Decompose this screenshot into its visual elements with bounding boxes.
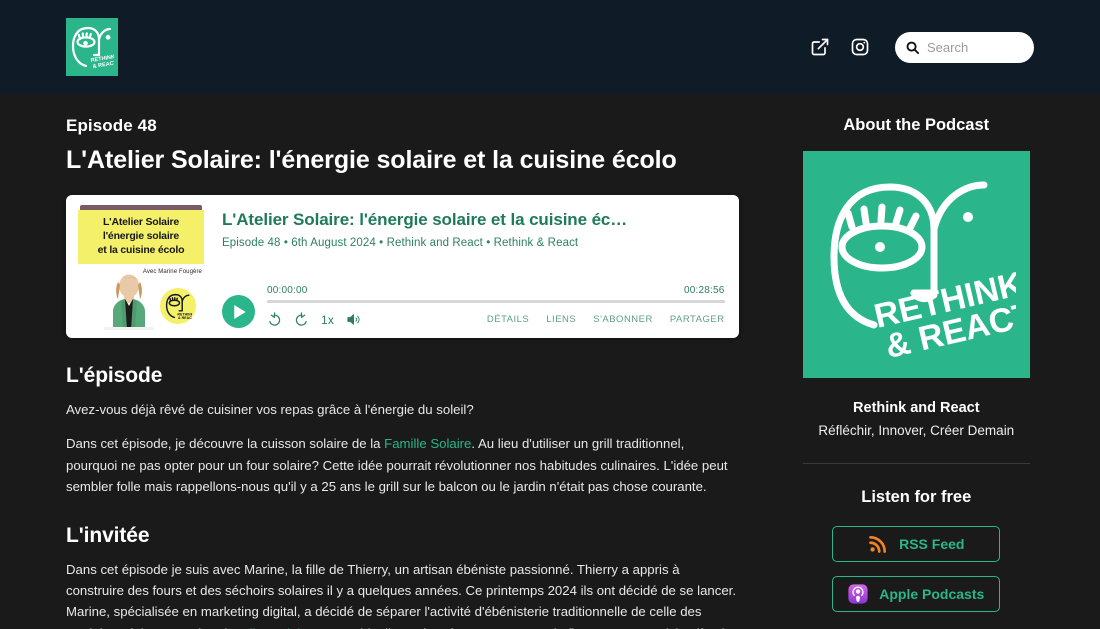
player-transport-buttons: 1x	[267, 312, 361, 327]
progress-bar[interactable]	[267, 300, 725, 303]
rewind-15-icon[interactable]	[267, 312, 282, 327]
external-link-icon[interactable]	[809, 36, 831, 58]
rss-feed-label: RSS Feed	[899, 536, 965, 552]
svg-text:& REACT: & REACT	[178, 316, 192, 320]
main-column: Episode 48 L'Atelier Solaire: l'énergie …	[66, 94, 739, 629]
apple-podcasts-icon	[848, 584, 868, 604]
rethink-react-mark-icon: RETHINK & REACT	[71, 26, 114, 70]
current-time: 00:00:00	[267, 285, 308, 296]
paragraph: Avez-vous déjà rêvé de cuisiner vos repa…	[66, 402, 474, 417]
instagram-icon[interactable]	[849, 36, 871, 58]
section-heading-guest: L'invitée	[66, 523, 150, 547]
audio-player: L'Atelier Solaire l'énergie solaire et l…	[66, 195, 739, 338]
page-title: L'Atelier Solaire: l'énergie solaire et …	[66, 146, 677, 174]
duration-time: 00:28:56	[684, 285, 725, 296]
podcast-name: Rethink and React	[853, 400, 980, 416]
sidebar-divider	[802, 463, 1030, 464]
rethink-react-cover-icon: RETHINK & REACT	[830, 181, 1016, 365]
guest-photo	[104, 274, 154, 330]
site-header: RETHINK & REACT	[0, 0, 1100, 94]
player-track: 00:00:00 00:28:56 1x DÉTAILS LIENS S'ABO…	[267, 285, 725, 327]
section-heading-episode: L'épisode	[66, 364, 163, 387]
listen-for-free-heading: Listen for free	[861, 488, 972, 506]
liens-link[interactable]: LIENS	[546, 314, 576, 325]
rss-feed-button[interactable]: RSS Feed	[832, 526, 1001, 562]
header-actions	[809, 31, 1034, 63]
player-times: 00:00:00 00:28:56	[267, 285, 725, 296]
podcast-cover-art: RETHINK & REACT	[802, 151, 1030, 378]
subscribe-link[interactable]: S'ABONNER	[593, 314, 653, 325]
forward-15-icon[interactable]	[294, 312, 309, 327]
play-button[interactable]	[222, 295, 255, 328]
playback-speed-button[interactable]: 1x	[321, 313, 334, 327]
share-link[interactable]: PARTAGER	[670, 314, 725, 325]
rss-icon	[869, 536, 887, 553]
artwork-title-block: L'Atelier Solaire l'énergie solaire et l…	[78, 210, 204, 264]
sidebar: About the Podcast RETHINK & REACT Rethin…	[799, 94, 1034, 629]
inline-link[interactable]: Famille Solaire	[384, 436, 471, 451]
player-body: L'Atelier Solaire: l'énergie solaire et …	[208, 195, 739, 338]
artwork-line-2: l'énergie solaire	[102, 230, 180, 243]
section-body-guest: Dans cet épisode je suis avec Marine, la…	[66, 559, 739, 629]
episode-number: Episode 48	[66, 116, 157, 135]
player-bottom-bar: 1x DÉTAILS LIENS S'ABONNER PARTAGER	[267, 312, 725, 327]
volume-icon[interactable]	[346, 312, 361, 327]
episode-artwork: L'Atelier Solaire l'énergie solaire et l…	[74, 203, 208, 330]
apple-podcasts-button[interactable]: Apple Podcasts	[832, 576, 1001, 612]
section-body-episode: Avez-vous déjà rêvé de cuisiner vos repa…	[66, 399, 739, 498]
artwork-logo-badge: RETHINK & REACT	[160, 288, 196, 324]
about-podcast-heading: About the Podcast	[843, 116, 990, 134]
search-box[interactable]	[895, 31, 1034, 63]
episode-article: L'épisode Avez-vous déjà rêvé de cuisine…	[66, 364, 739, 629]
podcast-tagline: Réfléchir, Innover, Créer Demain	[818, 423, 1015, 438]
player-episode-meta: Episode 48 • 6th August 2024 • Rethink a…	[222, 237, 579, 249]
page-body: Episode 48 L'Atelier Solaire: l'énergie …	[0, 94, 1100, 629]
paragraph: Dans cet épisode, je découvre la cuisson…	[66, 436, 728, 495]
brand-logo[interactable]: RETHINK & REACT	[66, 18, 118, 76]
details-link[interactable]: DÉTAILS	[487, 314, 529, 325]
inline-link[interactable]: Atelier Solaire	[230, 626, 312, 629]
player-controls: 00:00:00 00:28:56 1x DÉTAILS LIENS S'ABO…	[222, 285, 725, 328]
search-input[interactable]	[927, 39, 1024, 55]
player-action-links: DÉTAILS LIENS S'ABONNER PARTAGER	[487, 314, 725, 325]
player-episode-title[interactable]: L'Atelier Solaire: l'énergie solaire et …	[222, 210, 725, 230]
apple-podcasts-label: Apple Podcasts	[879, 586, 985, 602]
search-icon	[906, 41, 920, 54]
artwork-line-1: L'Atelier Solaire	[102, 216, 180, 228]
artwork-line-3: et la cuisine écolo	[97, 244, 185, 257]
paragraph: Dans cet épisode je suis avec Marine, la…	[66, 559, 739, 629]
play-icon	[234, 304, 246, 319]
